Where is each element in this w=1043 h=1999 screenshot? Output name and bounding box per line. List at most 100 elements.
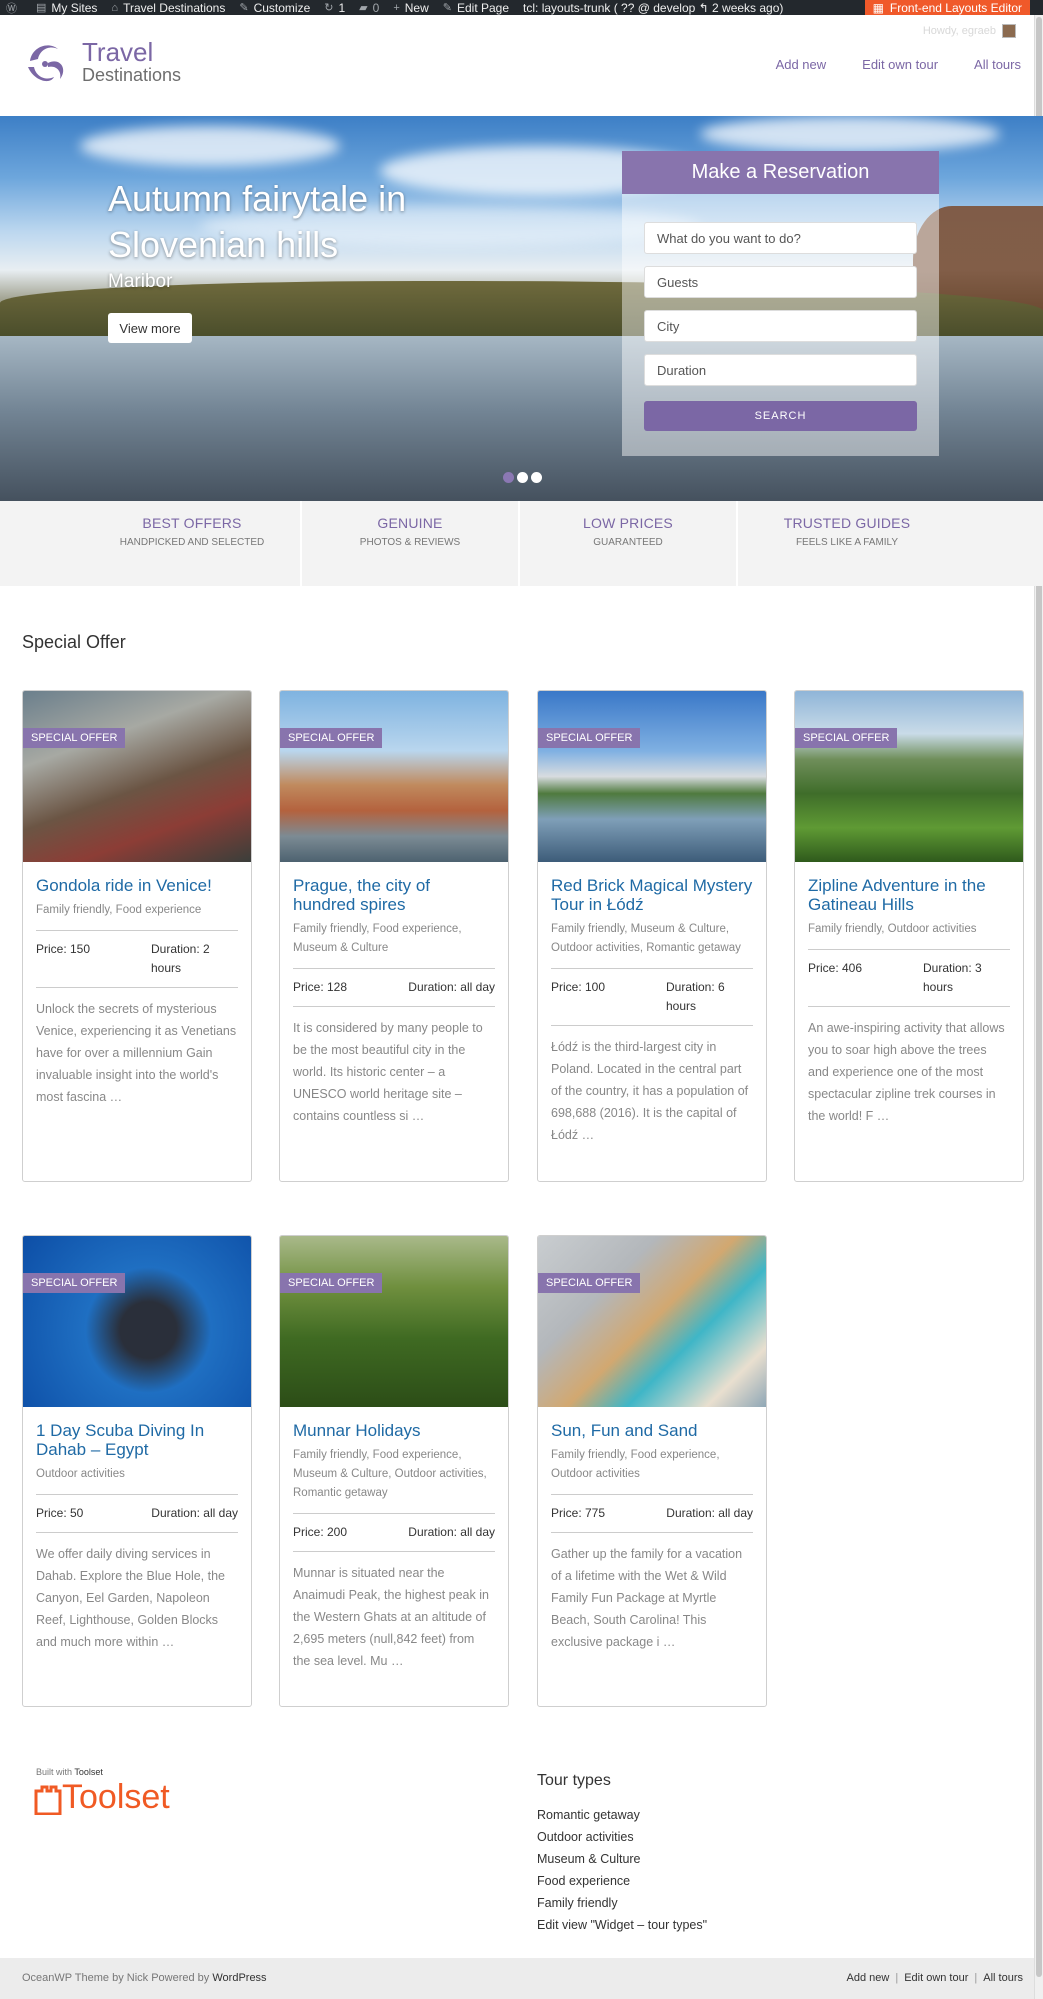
- my-sites-icon: ▤: [36, 2, 47, 14]
- tour-price: Price: 128: [293, 980, 348, 994]
- tour-meta: Price: 50 Duration: all day: [36, 1494, 238, 1533]
- wordpress-link[interactable]: WordPress: [212, 1972, 266, 1984]
- tour-title[interactable]: Sun, Fun and Sand: [551, 1421, 753, 1440]
- tour-types-widget: Tour types Romantic getaway Outdoor acti…: [537, 1772, 707, 1936]
- tour-meta: Price: 128 Duration: all day: [293, 968, 495, 1007]
- guests-input[interactable]: [644, 266, 917, 298]
- tour-meta: Price: 406 Duration: 3 hours: [808, 949, 1010, 1007]
- edit-page-menu[interactable]: ✎ Edit Page: [443, 1, 509, 15]
- branch-info[interactable]: tcl: layouts-trunk ( ?? @ develop ↰ 2 we…: [523, 1, 783, 15]
- tour-duration: Duration: all day: [666, 1506, 753, 1520]
- logo-line-2: Destinations: [82, 65, 182, 85]
- special-offer-badge: SPECIAL OFFER: [280, 1273, 383, 1293]
- edit-view-link[interactable]: Edit view "Widget – tour types": [537, 1914, 707, 1936]
- tour-image-lodz[interactable]: SPECIAL OFFER: [538, 691, 766, 862]
- tour-price: Price: 150: [36, 942, 91, 956]
- tour-duration: Duration: all day: [151, 1506, 238, 1520]
- footer-edit-own-tour[interactable]: Edit own tour: [904, 1972, 968, 1984]
- tour-categories: Family friendly, Museum & Culture, Outdo…: [551, 923, 741, 954]
- tour-title[interactable]: Gondola ride in Venice!: [36, 876, 238, 895]
- comments-menu[interactable]: ▰ 0: [359, 1, 379, 15]
- customize-menu[interactable]: ✎ Customize: [239, 1, 310, 15]
- page: Ⓦ ▤ My Sites ⌂ Travel Destinations ✎ Custom…: [0, 0, 1043, 1999]
- tour-image-zipline[interactable]: SPECIAL OFFER: [795, 691, 1023, 862]
- avatar: [1002, 24, 1016, 38]
- activity-input[interactable]: [644, 222, 917, 254]
- search-button[interactable]: SEARCH: [644, 401, 917, 431]
- tour-image-scuba[interactable]: SPECIAL OFFER: [23, 1236, 251, 1407]
- tour-title[interactable]: Munnar Holidays: [293, 1421, 495, 1440]
- tour-categories: Family friendly, Food experience, Outdoo…: [551, 1449, 720, 1480]
- logo-swirl-icon: [28, 45, 64, 82]
- special-offer-badge: SPECIAL OFFER: [538, 728, 641, 748]
- tour-price: Price: 100: [551, 980, 606, 994]
- feature-best-offers: BEST OFFERS HANDPICKED AND SELECTED: [84, 501, 302, 586]
- tour-type-link[interactable]: Museum & Culture: [537, 1848, 707, 1870]
- tour-image-beach[interactable]: SPECIAL OFFER: [538, 1236, 766, 1407]
- feature-low-prices: LOW PRICES GUARANTEED: [520, 501, 738, 586]
- tour-description: Gather up the family for a vacation of a…: [551, 1547, 743, 1649]
- tour-type-link[interactable]: Outdoor activities: [537, 1826, 707, 1848]
- hero-cloud: [80, 126, 340, 166]
- slider-dot-3[interactable]: [531, 472, 542, 483]
- tour-type-link[interactable]: Food experience: [537, 1870, 707, 1892]
- tour-price: Price: 775: [551, 1506, 606, 1520]
- feature-genuine: GENUINE PHOTOS & REVIEWS: [302, 501, 520, 586]
- city-input[interactable]: [644, 310, 917, 342]
- special-offer-badge: SPECIAL OFFER: [538, 1273, 641, 1293]
- logo-text: Travel Destinations: [72, 39, 181, 85]
- tour-duration: Duration: 6 hours: [666, 980, 725, 1013]
- tour-title[interactable]: Red Brick Magical Mystery Tour in Łódź: [551, 876, 753, 914]
- tour-meta: Price: 200 Duration: all day: [293, 1513, 495, 1552]
- tour-image-munnar[interactable]: SPECIAL OFFER: [280, 1236, 508, 1407]
- tour-types-heading: Tour types: [537, 1772, 611, 1789]
- my-sites-menu[interactable]: ▤ My Sites: [36, 1, 97, 15]
- updates-menu[interactable]: ↻ 1: [324, 1, 345, 15]
- tour-description: We offer daily diving services in Dahab.…: [36, 1547, 226, 1649]
- site-logo[interactable]: Travel Destinations: [22, 37, 181, 87]
- tour-image-venice[interactable]: SPECIAL OFFER: [23, 691, 251, 862]
- nav-all-tours[interactable]: All tours: [974, 57, 1021, 72]
- tour-title[interactable]: 1 Day Scuba Diving In Dahab – Egypt: [36, 1421, 238, 1459]
- tour-categories: Family friendly, Food experience, Museum…: [293, 923, 462, 954]
- wordpress-menu[interactable]: Ⓦ: [6, 0, 22, 16]
- tour-duration: Duration: all day: [408, 980, 495, 994]
- features-strip: BEST OFFERS HANDPICKED AND SELECTED GENUI…: [0, 501, 1043, 586]
- footer-all-tours[interactable]: All tours: [983, 1972, 1023, 1984]
- comment-icon: ▰: [359, 2, 368, 14]
- tour-title[interactable]: Zipline Adventure in the Gatineau Hills: [808, 876, 1010, 914]
- logo-line-1: Travel: [82, 37, 154, 67]
- front-end-layouts-editor-button[interactable]: ▦ Front-end Layouts Editor: [864, 0, 1030, 15]
- special-offer-badge: SPECIAL OFFER: [280, 728, 383, 748]
- tour-price: Price: 406: [808, 961, 863, 975]
- tour-card: SPECIAL OFFER Gondola ride in Venice! Fa…: [22, 690, 252, 1182]
- tour-description: Łódź is the third-largest city in Poland…: [551, 1040, 749, 1142]
- tour-meta: Price: 775 Duration: all day: [551, 1494, 753, 1533]
- site-name-menu[interactable]: ⌂ Travel Destinations: [111, 1, 225, 15]
- special-offer-badge: SPECIAL OFFER: [23, 728, 126, 748]
- tour-categories: Family friendly, Food experience, Museum…: [293, 1449, 487, 1499]
- toolset-logo[interactable]: Toolset: [34, 1779, 170, 1815]
- tour-meta: Price: 150 Duration: 2 hours: [36, 930, 238, 988]
- brush-icon: ✎: [239, 2, 249, 14]
- slider-dot-2[interactable]: [517, 472, 528, 483]
- footer-add-new[interactable]: Add new: [847, 1972, 890, 1984]
- feature-trusted-guides: TRUSTED GUIDES FEELS LIKE A FAMILY: [783, 515, 911, 548]
- reservation-form: Make a Reservation SEARCH: [622, 151, 939, 456]
- tour-image-prague[interactable]: SPECIAL OFFER: [280, 691, 508, 862]
- nav-add-new[interactable]: Add new: [776, 57, 827, 72]
- tour-card: SPECIAL OFFER Zipline Adventure in the G…: [794, 690, 1024, 1182]
- built-with-label: Built with Toolset: [36, 1767, 103, 1777]
- tour-type-link[interactable]: Family friendly: [537, 1892, 707, 1914]
- hero-title: Autumn fairytale in Slovenian hills: [108, 178, 407, 265]
- tour-card: SPECIAL OFFER Prague, the city of hundre…: [279, 690, 509, 1182]
- view-more-button[interactable]: View more: [108, 313, 192, 343]
- slider-dot-1[interactable]: [503, 472, 514, 483]
- nav-edit-own-tour[interactable]: Edit own tour: [862, 57, 938, 72]
- tour-title[interactable]: Prague, the city of hundred spires: [293, 876, 495, 914]
- new-content-menu[interactable]: + New: [393, 1, 428, 15]
- howdy-user[interactable]: Howdy, egraeb: [923, 24, 1016, 38]
- duration-input[interactable]: [644, 354, 917, 386]
- pencil-icon: ✎: [442, 2, 452, 14]
- tour-type-link[interactable]: Romantic getaway: [537, 1804, 707, 1826]
